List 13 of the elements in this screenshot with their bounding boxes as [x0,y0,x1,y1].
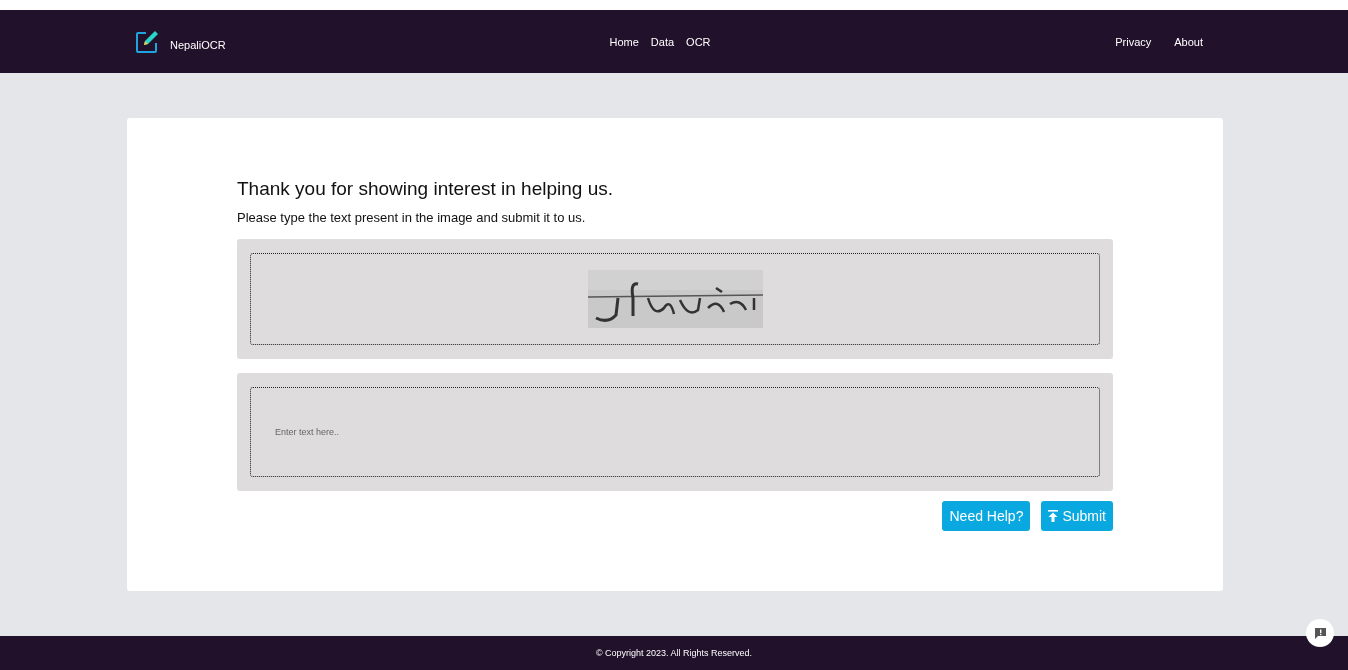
pencil-note-icon[interactable] [136,30,160,53]
brand-name[interactable]: NepaliOCR [170,38,226,51]
page-heading: Thank you for showing interest in helping us. [237,178,614,200]
copyright-text: © Copyright 2023. All Rights Reserved. [595,648,753,658]
nav-link[interactable]: Privacy [1115,35,1152,48]
feedback-icon [1313,626,1327,640]
nav-link[interactable]: Data [650,35,675,48]
instruction-text: Please type the text present in the image and submit it to us. [237,210,587,225]
answer-field[interactable]: Enter text here.. [250,387,1100,477]
upload-icon [1048,510,1059,522]
nav-link[interactable]: About [1174,35,1203,48]
nav-link[interactable]: Home [609,35,639,48]
nav-link[interactable]: OCR [686,35,711,48]
